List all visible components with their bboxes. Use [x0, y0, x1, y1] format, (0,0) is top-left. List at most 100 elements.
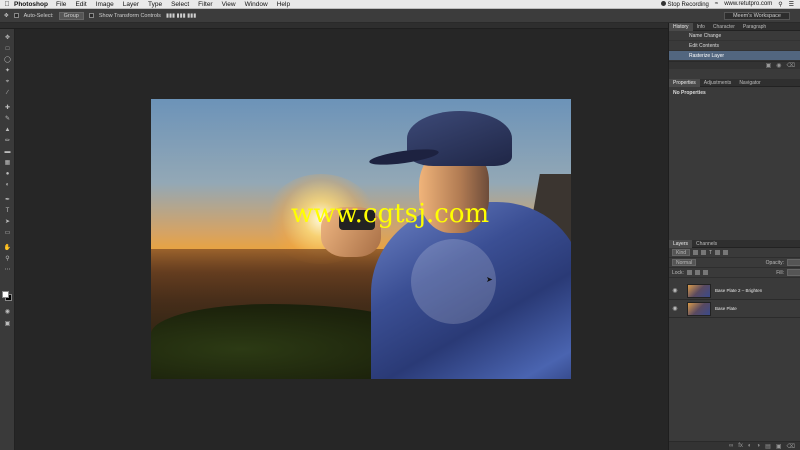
- quick-select-icon[interactable]: ✦: [3, 68, 12, 75]
- hand-icon[interactable]: ✋: [3, 245, 12, 252]
- tab-history[interactable]: History: [669, 22, 693, 31]
- adjustment-icon[interactable]: ◑: [757, 443, 761, 449]
- tab-adjustments[interactable]: Adjustments: [700, 79, 736, 87]
- camera-icon[interactable]: ◉: [776, 62, 781, 69]
- crop-icon[interactable]: ⌖: [3, 79, 12, 86]
- layer-row[interactable]: ◉ Base Plate 2 – Brighten: [669, 282, 800, 300]
- eye-icon[interactable]: ◉: [669, 305, 681, 312]
- blend-mode-dropdown[interactable]: Normal: [672, 259, 697, 266]
- path-select-icon[interactable]: ➤: [3, 219, 12, 226]
- tab-character[interactable]: Character: [709, 23, 739, 31]
- lasso-icon[interactable]: ◯: [3, 57, 12, 64]
- tools-panel: ✥ □ ◯ ✦ ⌖ ∕ ✚ ✎ ▲ ✏ ▬ ▦ ● ◐ ✒ T ➤ ▭ ✋ ⚲ …: [0, 29, 15, 450]
- menu-filter[interactable]: Filter: [198, 1, 212, 8]
- menu-help[interactable]: Help: [277, 1, 290, 8]
- panel-dock: History Info Character Paragraph Name Ch…: [668, 22, 800, 450]
- document-image[interactable]: ➤ www.cgtsj.com: [151, 99, 571, 379]
- healing-icon[interactable]: ✚: [3, 105, 12, 112]
- history-panel-tabs: History Info Character Paragraph: [669, 22, 800, 31]
- stop-recording-button[interactable]: Stop Recording: [660, 0, 709, 8]
- tab-paragraph[interactable]: Paragraph: [739, 23, 770, 31]
- apple-icon[interactable]: : [0, 1, 14, 8]
- blur-icon[interactable]: ●: [3, 171, 12, 178]
- tab-navigator[interactable]: Navigator: [735, 79, 764, 87]
- wifi-icon[interactable]: ≈: [715, 1, 718, 7]
- layer-kind-dropdown[interactable]: Kind: [672, 249, 691, 256]
- type-icon[interactable]: T: [3, 208, 12, 215]
- menu-image[interactable]: Image: [96, 1, 114, 8]
- workspace-dropdown[interactable]: Meem's Workspace: [723, 11, 790, 20]
- history-brush-icon[interactable]: ✏: [3, 138, 12, 145]
- zoom-icon[interactable]: ⚲: [3, 256, 12, 263]
- watermark-text: www.cgtsj.com: [291, 199, 490, 229]
- quick-mask-icon[interactable]: ◉: [3, 309, 12, 316]
- fill-field[interactable]: [787, 269, 800, 276]
- layers-panel: Layers Channels Kind T Normal Opacity: L…: [669, 239, 800, 450]
- menu-edit[interactable]: Edit: [75, 1, 86, 8]
- canvas-area[interactable]: ➤ www.cgtsj.com: [15, 29, 668, 450]
- align-icons[interactable]: ▮▮▮ ▮▮▮ ▮▮▮: [166, 13, 196, 19]
- stamp-icon[interactable]: ▲: [3, 127, 12, 134]
- show-transform-checkbox[interactable]: [88, 13, 94, 18]
- filter-type-icon[interactable]: T: [709, 250, 712, 256]
- eyedropper-icon[interactable]: ∕: [3, 90, 12, 97]
- brush-cursor-circle: [411, 239, 496, 324]
- lock-all-icon[interactable]: [702, 270, 708, 275]
- filter-adjust-icon[interactable]: [701, 250, 707, 255]
- menu-window[interactable]: Window: [245, 1, 268, 8]
- eraser-icon[interactable]: ▬: [3, 149, 12, 156]
- menu-layer[interactable]: Layer: [123, 1, 139, 8]
- app-menu-photoshop[interactable]: Photoshop: [14, 1, 48, 8]
- auto-select-dropdown[interactable]: Group: [58, 11, 84, 20]
- pen-icon[interactable]: ✒: [3, 197, 12, 204]
- marquee-icon[interactable]: □: [3, 46, 12, 53]
- more-tools-icon[interactable]: ⋯: [3, 267, 12, 274]
- history-item-selected[interactable]: Rasterize Layer: [669, 51, 800, 61]
- menubar-status: Stop Recording ≈ www.retutpro.com ⚲ ☰: [660, 0, 800, 8]
- new-layer-icon[interactable]: ▣: [776, 443, 782, 450]
- shape-icon[interactable]: ▭: [3, 230, 12, 237]
- cursor-icon: ➤: [486, 275, 493, 284]
- move-icon[interactable]: ✥: [3, 35, 12, 42]
- tab-info[interactable]: Info: [693, 23, 709, 31]
- folder-icon[interactable]: ▤: [765, 443, 771, 450]
- filter-shape-icon[interactable]: [715, 250, 721, 255]
- menu-select[interactable]: Select: [171, 1, 189, 8]
- menu-view[interactable]: View: [222, 1, 236, 8]
- tab-properties[interactable]: Properties: [669, 78, 700, 87]
- fill-label: Fill:: [776, 269, 784, 276]
- trash-icon[interactable]: ⌫: [787, 443, 795, 450]
- layer-name: Base Plate 2 – Brighten: [715, 288, 763, 293]
- mask-icon[interactable]: ◐: [748, 443, 752, 449]
- screen-mode-icon[interactable]: ▣: [3, 321, 12, 328]
- move-tool-icon[interactable]: ✥: [4, 13, 9, 19]
- history-item[interactable]: Edit Contents: [669, 41, 800, 51]
- list-icon[interactable]: ☰: [789, 1, 794, 8]
- menu-file[interactable]: File: [56, 1, 66, 8]
- opacity-field[interactable]: [787, 259, 800, 266]
- auto-select-checkbox[interactable]: [13, 13, 19, 18]
- layer-row[interactable]: ◉ Base Plate: [669, 300, 800, 318]
- opacity-label: Opacity:: [765, 259, 784, 266]
- link-icon[interactable]: ∞: [729, 443, 733, 449]
- lock-pixels-icon[interactable]: [686, 270, 692, 275]
- tab-layers[interactable]: Layers: [669, 239, 693, 248]
- dodge-icon[interactable]: ◐: [3, 182, 12, 189]
- foreground-color-swatch[interactable]: [2, 291, 9, 298]
- layers-panel-footer: ∞ fx ◐ ◑ ▤ ▣ ⌫: [669, 441, 800, 450]
- fx-icon[interactable]: fx: [738, 443, 743, 449]
- tab-channels[interactable]: Channels: [692, 240, 721, 248]
- gradient-icon[interactable]: ▦: [3, 160, 12, 167]
- filter-smart-icon[interactable]: [723, 250, 729, 255]
- filter-pixel-icon[interactable]: [693, 250, 699, 255]
- snapshot-icon[interactable]: ▣: [766, 62, 772, 69]
- lock-position-icon[interactable]: [694, 270, 700, 275]
- menu-type[interactable]: Type: [148, 1, 162, 8]
- trash-icon[interactable]: ⌫: [787, 62, 795, 69]
- options-bar: ✥ Auto-Select: Group Show Transform Cont…: [0, 9, 800, 23]
- eye-icon[interactable]: ◉: [669, 287, 681, 294]
- properties-panel-tabs: Properties Adjustments Navigator: [669, 78, 800, 87]
- history-item[interactable]: Name Change: [669, 31, 800, 41]
- search-icon[interactable]: ⚲: [778, 1, 782, 8]
- brush-icon[interactable]: ✎: [3, 116, 12, 123]
